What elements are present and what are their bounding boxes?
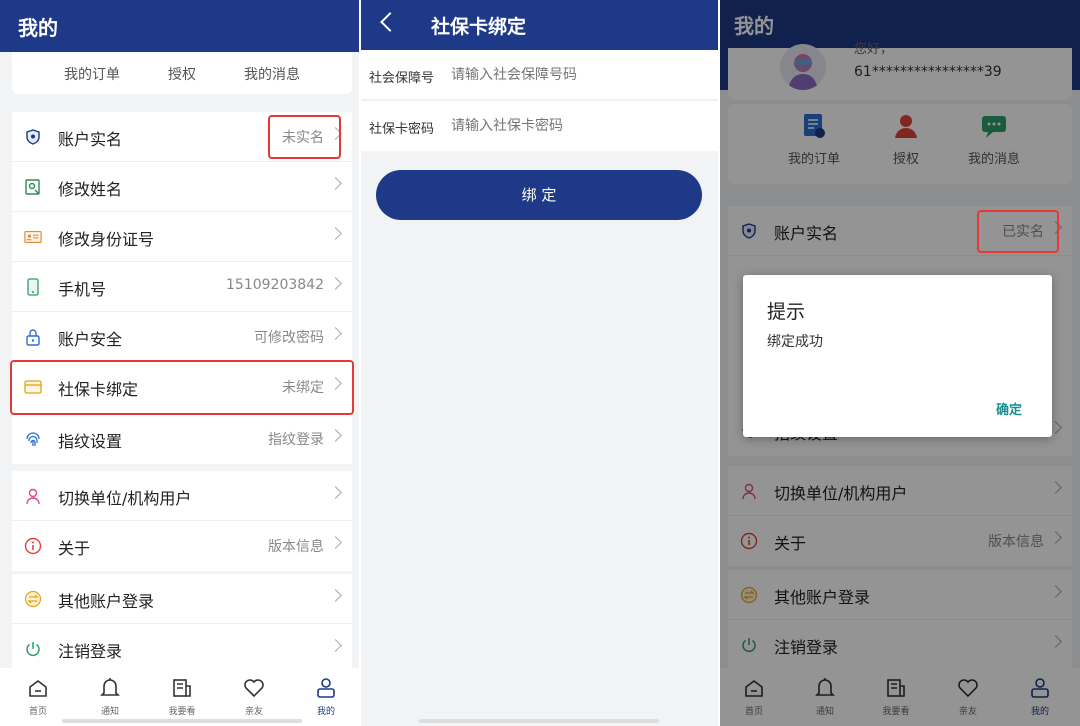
- row-label: 手机号: [58, 280, 107, 299]
- chevron-right-icon: [329, 177, 342, 190]
- quick-orders[interactable]: 我的订单: [64, 64, 120, 84]
- tab-home[interactable]: 首页: [8, 676, 68, 717]
- chevron-right-icon: [329, 486, 342, 499]
- home-indicator: [62, 719, 302, 723]
- row-label: 账户实名: [58, 130, 123, 149]
- row-phone[interactable]: 手机号 15109203842: [12, 262, 352, 312]
- row-label: 切换单位/机构用户: [58, 489, 192, 508]
- heart-icon: [224, 676, 284, 700]
- settings-group-2: 切换单位/机构用户 关于 版本信息: [12, 471, 352, 571]
- row-label: 指纹设置: [58, 432, 123, 451]
- person-card-icon: [24, 178, 42, 196]
- power-icon: [24, 640, 42, 658]
- tab-watch[interactable]: 我要看: [152, 676, 212, 717]
- profile-screen-after-bind: 我的 您好， 61****************39 我的订单 授权 我的消息…: [720, 0, 1080, 726]
- id-card-icon: [24, 228, 42, 246]
- row-label: 修改身份证号: [58, 230, 155, 249]
- dialog-confirm-button[interactable]: 确定: [996, 399, 1022, 418]
- row-logout[interactable]: 注销登录: [12, 624, 352, 674]
- tab-label: 我要看: [168, 707, 196, 717]
- version-info: 版本信息: [268, 539, 324, 555]
- card-password-input[interactable]: [451, 113, 701, 139]
- user-switch-icon: [24, 487, 42, 505]
- bind-button[interactable]: 绑 定: [376, 170, 702, 220]
- chevron-right-icon: [329, 536, 342, 549]
- quick-actions: 我的订单 授权 我的消息: [12, 52, 352, 94]
- info-icon: [24, 537, 42, 555]
- page-title: 我的: [18, 16, 58, 40]
- tab-friends[interactable]: 亲友: [224, 676, 284, 717]
- social-card-bind-screen: 社保卡绑定 社会保障号 社保卡密码 绑 定: [361, 0, 718, 726]
- chevron-right-icon: [329, 589, 342, 602]
- back-arrow-icon[interactable]: [380, 12, 400, 32]
- row-edit-id[interactable]: 修改身份证号: [12, 212, 352, 262]
- fingerprint-icon: [24, 430, 42, 448]
- card-password-label: 社保卡密码: [369, 122, 435, 137]
- chevron-right-icon: [329, 277, 342, 290]
- tab-label: 首页: [28, 707, 47, 717]
- tab-label: 我的: [316, 707, 335, 717]
- bell-icon: [80, 676, 140, 700]
- person-icon: [296, 676, 356, 700]
- security-status: 可修改密码: [254, 330, 324, 346]
- document-icon: [152, 676, 212, 700]
- phone-number: 15109203842: [226, 277, 324, 293]
- dialog-message: 绑定成功: [767, 334, 823, 350]
- phone-icon: [24, 278, 42, 296]
- top-bar: 我的: [0, 0, 360, 52]
- top-bar: 社保卡绑定: [361, 0, 718, 50]
- home-icon: [8, 676, 68, 700]
- tab-label: 亲友: [244, 707, 263, 717]
- quick-authorize[interactable]: 授权: [168, 64, 196, 84]
- highlight-realname-status: [977, 210, 1059, 253]
- ssn-input[interactable]: [451, 62, 701, 88]
- row-other-login[interactable]: 其他账户登录: [12, 574, 352, 624]
- ssn-field-row: 社会保障号: [361, 50, 718, 100]
- dialog-title: 提示: [767, 301, 806, 323]
- tab-notify[interactable]: 通知: [80, 676, 140, 717]
- row-label: 其他账户登录: [58, 592, 155, 611]
- card-password-field-row: 社保卡密码: [361, 101, 718, 151]
- profile-screen: 我的 我的订单 授权 我的消息 账户实名 未实名 修改姓名 修改身份证号 手机号…: [0, 0, 360, 726]
- row-label: 注销登录: [58, 642, 123, 661]
- tab-label: 通知: [100, 707, 119, 717]
- row-label: 修改姓名: [58, 180, 123, 199]
- row-label: 账户安全: [58, 330, 123, 349]
- row-fingerprint[interactable]: 指纹设置 指纹登录: [12, 414, 352, 464]
- ssn-label: 社会保障号: [369, 71, 435, 86]
- row-about[interactable]: 关于 版本信息: [12, 521, 352, 571]
- highlight-realname-status: [268, 115, 341, 159]
- row-label: 关于: [58, 539, 91, 558]
- tab-mine[interactable]: 我的: [296, 676, 356, 717]
- highlight-social-card-row: [10, 360, 354, 415]
- chevron-right-icon: [329, 429, 342, 442]
- fingerprint-status: 指纹登录: [268, 432, 324, 448]
- shield-icon: [24, 128, 42, 146]
- chevron-right-icon: [329, 327, 342, 340]
- settings-group-3: 其他账户登录 注销登录: [12, 574, 352, 674]
- bottom-tab-bar: 首页 通知 我要看 亲友 我的: [0, 668, 360, 726]
- row-switch-user[interactable]: 切换单位/机构用户: [12, 471, 352, 521]
- swap-icon: [24, 590, 42, 608]
- row-edit-name[interactable]: 修改姓名: [12, 162, 352, 212]
- home-indicator: [419, 719, 659, 723]
- quick-messages[interactable]: 我的消息: [244, 64, 300, 84]
- lock-icon: [24, 328, 42, 346]
- chevron-right-icon: [329, 227, 342, 240]
- alert-dialog: 提示 绑定成功 确定: [743, 275, 1052, 437]
- chevron-right-icon: [329, 639, 342, 652]
- row-security[interactable]: 账户安全 可修改密码: [12, 312, 352, 362]
- page-title: 社保卡绑定: [431, 16, 527, 38]
